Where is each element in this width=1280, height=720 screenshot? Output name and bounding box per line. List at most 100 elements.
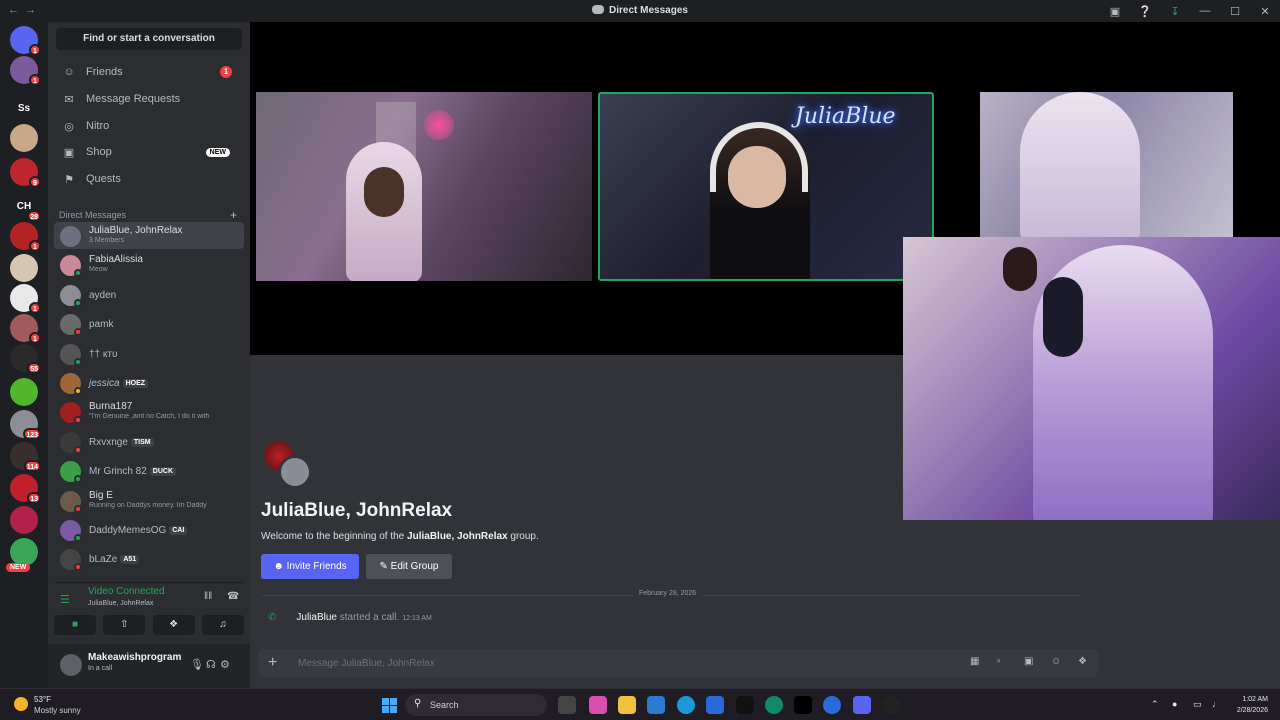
edit-group-button[interactable]: ✎ Edit Group	[366, 554, 452, 579]
dm-item[interactable]: FabiaAlissia Meow	[54, 251, 244, 278]
volume-icon[interactable]: ♩	[1212, 699, 1221, 709]
capcut-icon[interactable]	[794, 696, 812, 714]
mention-badge: 123	[23, 428, 41, 440]
display-icon[interactable]: ▭	[1193, 699, 1202, 710]
dm-name: FabiaAlissia	[89, 254, 143, 265]
server-icon[interactable]: 114	[10, 442, 41, 472]
headphones-icon[interactable]: ☊	[206, 658, 216, 671]
server-icon[interactable]: 1	[10, 222, 41, 252]
download-icon[interactable]: ↧	[1160, 5, 1190, 18]
task-view-icon[interactable]	[558, 696, 576, 714]
minimize-icon[interactable]: —	[1190, 5, 1220, 17]
message-input[interactable]	[298, 654, 898, 672]
user-avatar[interactable]	[60, 654, 82, 676]
maximize-icon[interactable]: ☐	[1220, 5, 1250, 18]
dm-item[interactable]: Big E Running on Daddys money. Im Daddy	[54, 487, 244, 514]
store-icon[interactable]	[647, 696, 665, 714]
inbox-icon[interactable]: ▣	[1100, 5, 1130, 18]
nav-nitro[interactable]: ◎ Nitro	[56, 114, 242, 138]
dm-item[interactable]: Mr Grinch 82 DUCK	[54, 457, 244, 484]
noise-suppression-icon[interactable]: ‖‖	[204, 591, 212, 602]
find-conversation-button[interactable]: Find or start a conversation	[56, 28, 242, 50]
obs-icon[interactable]	[882, 696, 900, 714]
server-icon[interactable]: 55	[10, 344, 41, 374]
emoji-icon[interactable]: ☺	[1051, 656, 1061, 667]
user-panel: Makeawishprogram In a call 🎙 ☊ ⚙	[48, 644, 250, 688]
server-icon[interactable]: Ss	[10, 94, 38, 122]
nav-shop[interactable]: ▣ Shop NEW	[56, 140, 242, 164]
dm-item[interactable]: JuliaBlue, JohnRelax 3 Members	[54, 222, 244, 249]
nav-label: Friends	[86, 66, 123, 78]
video-tile-2-speaking[interactable]: JuliaBlue	[598, 92, 934, 281]
video-tile-1[interactable]	[256, 92, 592, 281]
message-username[interactable]: JuliaBlue	[296, 612, 337, 623]
gift-icon[interactable]: ▦	[970, 656, 979, 667]
app-icon[interactable]	[706, 696, 724, 714]
nav-quests[interactable]: ⚑ Quests	[56, 167, 242, 191]
windows-start-icon[interactable]	[382, 698, 397, 713]
clock[interactable]: 1:02 AM 2/28/2026	[1228, 694, 1268, 716]
server-avatar-icon	[10, 124, 38, 152]
server-icon[interactable]: 9	[10, 158, 41, 188]
group-icon[interactable]	[260, 437, 316, 493]
server-icon[interactable]: NEW	[6, 538, 38, 572]
group-avatar-2	[278, 455, 312, 489]
taskbar-search[interactable]: ⚲ Search	[405, 694, 547, 716]
dm-item[interactable]: jessica HOEZ	[54, 369, 244, 396]
copilot-icon[interactable]	[589, 696, 607, 714]
browser-icon[interactable]	[765, 696, 783, 714]
alienware-icon[interactable]	[736, 696, 754, 714]
dm-item[interactable]: Rxvxnge TISM	[54, 428, 244, 455]
sticker-icon[interactable]: ▣	[1024, 656, 1033, 667]
help-icon[interactable]: ❔	[1130, 5, 1160, 18]
server-icon[interactable]	[10, 506, 38, 534]
add-attachment-icon[interactable]: +	[268, 654, 277, 672]
microphone-icon[interactable]: 🎙	[190, 658, 204, 671]
network-icon[interactable]: ●	[1172, 699, 1177, 709]
dm-item[interactable]: Burna187 "I'm Genuine ,aint no Catch, I d…	[54, 398, 244, 425]
invite-friends-button[interactable]: ☻ Invite Friends	[261, 554, 359, 579]
activity-button[interactable]: ❖	[152, 615, 195, 635]
dm-name-text: DaddyMemesOG	[89, 525, 167, 536]
server-icon[interactable]: 1	[10, 284, 41, 314]
dm-name: Burna187	[89, 401, 132, 412]
video-call-area[interactable]: JuliaBlue	[250, 22, 1280, 520]
server-icon[interactable]: 13	[10, 474, 41, 504]
server-icon[interactable]	[10, 378, 38, 406]
signal-icon[interactable]: ☰	[60, 593, 70, 606]
dm-item[interactable]: pamk	[54, 310, 244, 337]
dm-item[interactable]: bLaZe A51	[54, 545, 244, 572]
discord-taskbar-icon[interactable]	[853, 696, 871, 714]
voice-status[interactable]: Video Connected	[88, 586, 165, 597]
video-tile-3[interactable]	[980, 92, 1233, 237]
dm-item[interactable]: †† ктυ	[54, 340, 244, 367]
edge-dev-icon[interactable]	[823, 696, 841, 714]
nav-friends[interactable]: ☺ Friends 1	[56, 60, 242, 84]
server-icon[interactable]: 1	[10, 26, 41, 56]
server-icon[interactable]: 123	[10, 410, 41, 440]
dm-item[interactable]: ayden	[54, 281, 244, 308]
create-dm-plus-icon[interactable]: +	[230, 208, 237, 222]
disconnect-icon[interactable]: ☎	[227, 591, 239, 602]
settings-gear-icon[interactable]: ⚙	[220, 658, 230, 671]
edge-icon[interactable]	[677, 696, 695, 714]
gif-icon[interactable]: ▫	[997, 656, 1001, 667]
soundboard-button[interactable]: ♫	[201, 615, 244, 635]
dm-item[interactable]: DaddyMemesOG CAI	[54, 516, 244, 543]
file-explorer-icon[interactable]	[618, 696, 636, 714]
close-icon[interactable]: ✕	[1250, 5, 1280, 18]
server-icon[interactable]: 1	[10, 314, 41, 344]
server-icon[interactable]: CH 28	[10, 192, 41, 222]
screen-share-button[interactable]: ⇧	[103, 615, 146, 635]
voice-channel[interactable]: JuliaBlue, JohnRelax	[88, 600, 153, 607]
user-name[interactable]: Makeawishprogram	[88, 652, 181, 663]
nav-message-requests[interactable]: ✉ Message Requests	[56, 87, 242, 111]
server-icon[interactable]	[10, 124, 38, 152]
server-icon[interactable]	[10, 254, 38, 282]
camera-button[interactable]: ■	[54, 615, 96, 635]
video-tile-4-popout[interactable]	[903, 237, 1280, 520]
apps-icon[interactable]: ❖	[1078, 656, 1087, 667]
server-icon[interactable]: 1	[10, 56, 41, 86]
tray-chevron-icon[interactable]: ⌃	[1151, 699, 1159, 710]
edit-label: Edit Group	[390, 561, 439, 572]
